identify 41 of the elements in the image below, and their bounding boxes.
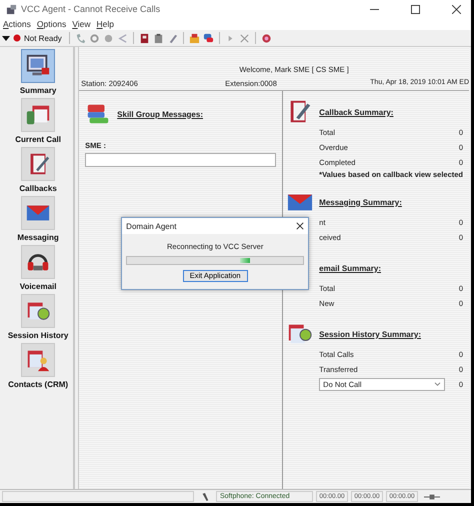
menu-item[interactable]: Options [36,19,66,29]
sidebar-label: Messaging [17,233,59,242]
chevron-icon [434,382,442,387]
refresh-icon[interactable] [88,32,100,44]
menu-item[interactable]: View [72,19,90,29]
status-dot-icon [13,34,21,42]
sme-input-field[interactable] [85,153,276,167]
sidebar-label: Callbacks [19,184,57,193]
sidebar-label: Voicemail [20,282,56,291]
section-title: Messaging Summary: [319,198,402,206]
sidebar-label: Session History [8,331,68,340]
sidebar-item[interactable] [21,98,56,132]
section-title: Session History Summary: [319,330,421,338]
menu-item[interactable]: Help [96,19,114,29]
window-title: VCC Agent - Cannot Receive Calls [21,4,160,14]
mailbox-icon[interactable] [188,32,200,44]
status-label[interactable]: Not Ready [24,34,62,42]
close-icon[interactable] [296,222,304,230]
menu-item[interactable]: Actions [3,19,31,29]
close-icon[interactable] [452,4,461,14]
chat-icon[interactable] [202,32,214,44]
sidebar-item[interactable] [21,147,56,181]
dialog-title: Domain Agent [126,222,176,230]
pen-icon [201,492,209,502]
sidebar-item[interactable] [21,343,56,377]
caret-icon[interactable] [2,34,10,42]
sidebar-item[interactable] [21,294,56,328]
sidebar-label: Current Call [15,135,61,144]
clipboard-icon[interactable] [152,32,164,44]
app-icon [6,4,17,14]
section-title: email Summary: [319,264,381,272]
sidebar-item[interactable] [21,49,56,83]
section-title: Callback Summary: [319,108,394,116]
book-icon[interactable] [138,32,150,44]
sidebar-item[interactable] [21,245,56,279]
section-title: Skill Group Messages: [117,110,203,118]
maximize-icon[interactable] [411,4,420,14]
plug-icon [424,492,440,500]
cross-icon[interactable] [238,32,250,44]
sidebar-label: Summary [20,86,56,95]
sidebar-label: Contacts (CRM) [8,380,68,389]
